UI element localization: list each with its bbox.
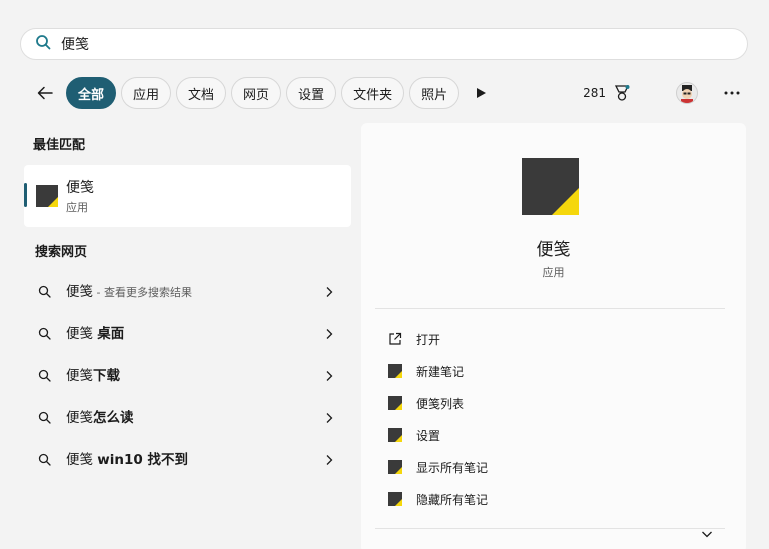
- web-result-item[interactable]: 便笺怎么读: [24, 397, 351, 435]
- search-icon: [38, 451, 51, 470]
- avatar[interactable]: [676, 82, 698, 104]
- best-match-title: 最佳匹配: [33, 138, 86, 153]
- web-result-text: 便笺 桌面: [66, 326, 125, 342]
- sticky-note-icon: [36, 185, 58, 211]
- search-icon: [38, 409, 51, 428]
- chevron-right-icon: [325, 409, 333, 428]
- best-match-name: 便笺: [66, 180, 94, 196]
- best-match-item[interactable]: 便笺 应用: [24, 165, 351, 227]
- action-notes-list[interactable]: 便笺列表: [387, 391, 464, 415]
- sticky-note-icon: [387, 363, 403, 379]
- web-result-item[interactable]: 便笺 桌面: [24, 313, 351, 351]
- action-settings[interactable]: 设置: [387, 423, 440, 447]
- action-hide-all-notes[interactable]: 隐藏所有笔记: [387, 487, 488, 511]
- back-arrow-icon[interactable]: [30, 78, 60, 108]
- action-label: 设置: [416, 428, 441, 443]
- filter-chip-settings[interactable]: 设置: [286, 77, 337, 109]
- web-result-item[interactable]: 便笺 win10 找不到: [24, 439, 351, 477]
- action-new-note[interactable]: 新建笔记: [387, 359, 464, 383]
- action-label: 新建笔记: [416, 364, 465, 379]
- play-icon[interactable]: [470, 82, 492, 104]
- chevron-right-icon: [325, 451, 333, 470]
- header-right: 281: [583, 76, 742, 110]
- search-icon: [35, 34, 51, 54]
- web-result-item[interactable]: 便笺 - 查看更多搜索结果: [24, 271, 351, 309]
- action-show-all-notes[interactable]: 显示所有笔记: [387, 455, 488, 479]
- action-label: 隐藏所有笔记: [416, 492, 489, 507]
- search-icon: [38, 283, 51, 302]
- action-label: 打开: [416, 332, 441, 347]
- filter-chip-folders[interactable]: 文件夹: [341, 77, 405, 109]
- action-open[interactable]: 打开: [387, 327, 440, 351]
- filter-bar: 全部 应用 文档 网页 设置 文件夹 照片 281: [30, 76, 750, 110]
- filter-chip-apps[interactable]: 应用: [121, 77, 172, 109]
- detail-app-type: 应用: [542, 266, 565, 279]
- filter-chip-web[interactable]: 网页: [231, 77, 282, 109]
- web-result-item[interactable]: 便笺下载: [24, 355, 351, 393]
- chevron-right-icon: [325, 325, 333, 344]
- search-web-title: 搜索网页: [35, 245, 88, 260]
- filter-chip-all[interactable]: 全部: [66, 77, 117, 109]
- web-result-text: 便笺怎么读: [66, 410, 134, 426]
- filter-chip-photos[interactable]: 照片: [409, 77, 460, 109]
- chevron-right-icon: [325, 367, 333, 386]
- web-result-text: 便笺 - 查看更多搜索结果: [66, 284, 192, 300]
- sticky-note-icon: [387, 459, 403, 475]
- search-icon: [38, 367, 51, 386]
- action-label: 显示所有笔记: [416, 460, 489, 475]
- search-box[interactable]: [20, 28, 748, 60]
- chevron-down-icon[interactable]: [701, 523, 713, 542]
- best-match-type: 应用: [66, 201, 88, 214]
- selection-indicator: [24, 183, 27, 207]
- sticky-note-icon: [387, 395, 403, 411]
- action-label: 便笺列表: [416, 396, 465, 411]
- web-result-text: 便笺 win10 找不到: [66, 452, 188, 468]
- search-input[interactable]: [61, 33, 661, 55]
- sticky-note-icon: [387, 427, 403, 443]
- rewards-icon[interactable]: [612, 83, 632, 103]
- divider: [375, 308, 725, 309]
- filter-chip-documents[interactable]: 文档: [176, 77, 227, 109]
- sticky-note-icon: [387, 491, 403, 507]
- search-icon: [38, 325, 51, 344]
- detail-app-name: 便笺: [536, 240, 571, 260]
- detail-panel: 便笺 应用 打开 新建笔记 便笺列表 设置 显示所有笔记 隐藏所有笔记: [361, 123, 746, 549]
- open-external-icon: [387, 331, 403, 347]
- divider: [375, 528, 725, 529]
- more-icon[interactable]: [722, 83, 742, 103]
- sticky-note-icon: [522, 158, 579, 215]
- rewards-points: 281: [583, 86, 606, 100]
- web-result-text: 便笺下载: [66, 368, 120, 384]
- chevron-right-icon: [325, 283, 333, 302]
